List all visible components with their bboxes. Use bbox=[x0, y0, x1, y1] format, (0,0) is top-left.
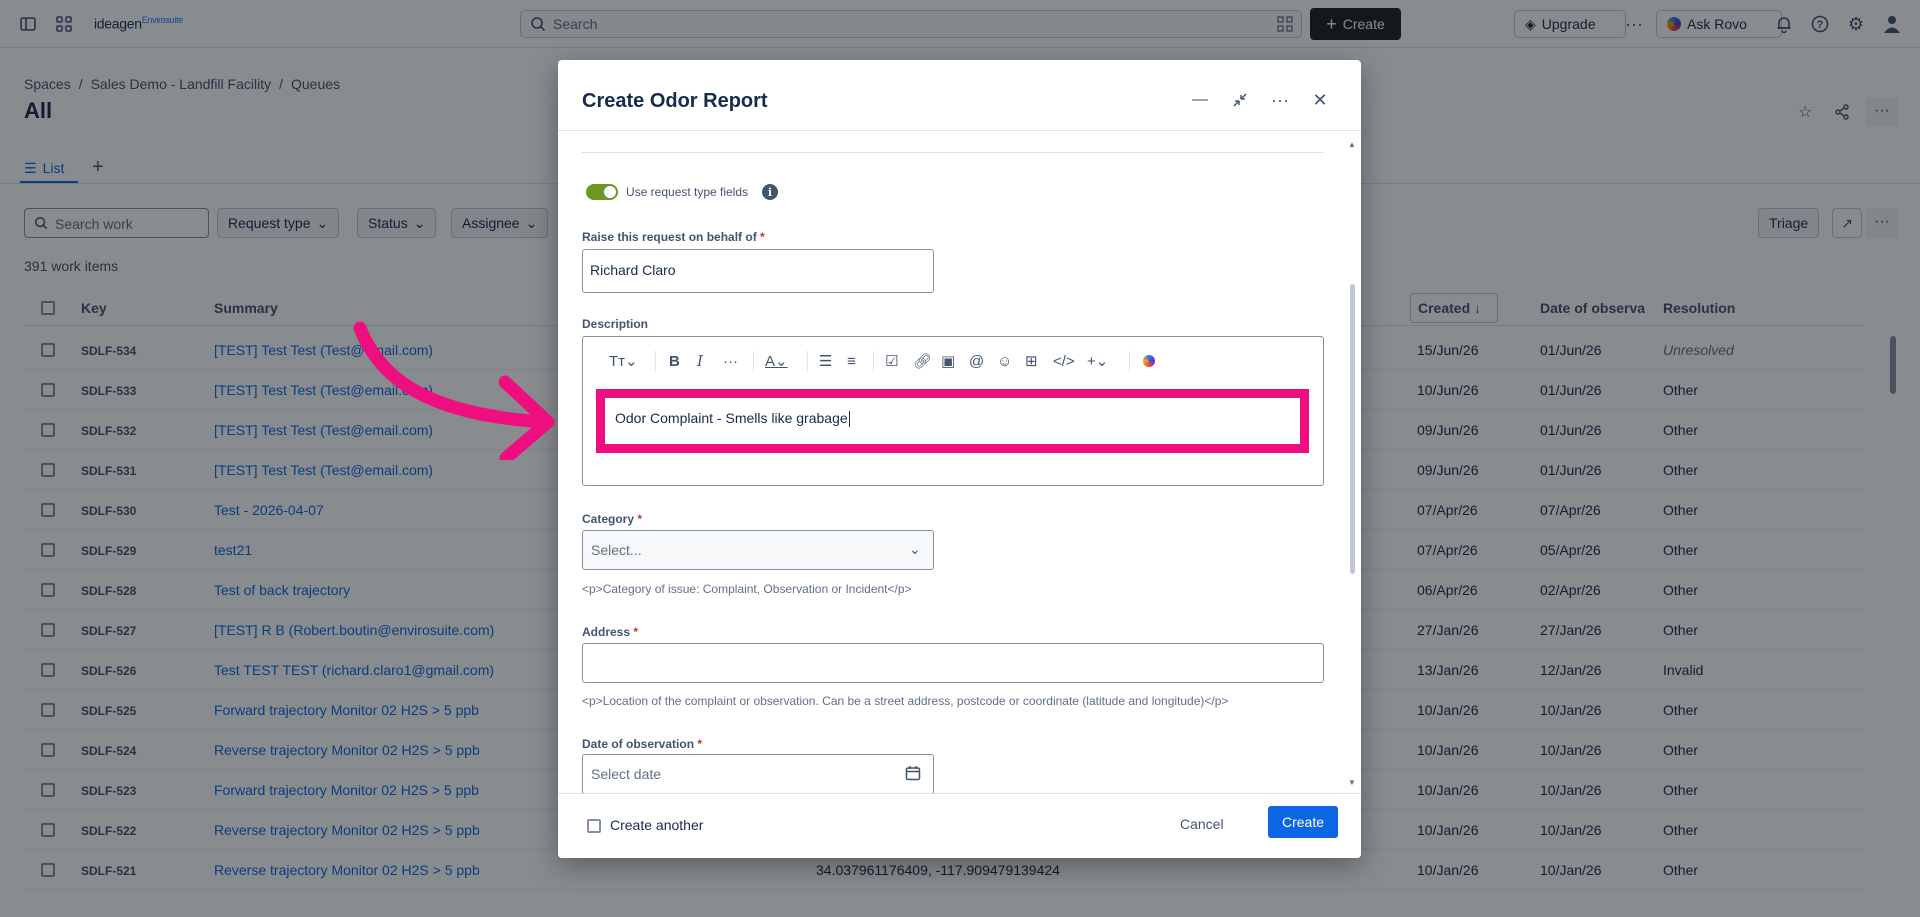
text-caret bbox=[848, 411, 850, 428]
dialog-more-icon[interactable]: ··· bbox=[1268, 88, 1292, 112]
dialog-title: Create Odor Report bbox=[582, 90, 768, 112]
ai-assist-icon[interactable] bbox=[1143, 355, 1155, 367]
italic-icon[interactable]: I bbox=[697, 351, 703, 371]
toolbar-divider bbox=[1129, 351, 1130, 371]
link-icon[interactable]: 🔗︎ bbox=[913, 351, 932, 371]
submit-create-button[interactable]: Create bbox=[1268, 806, 1338, 838]
annotation-arrow bbox=[353, 321, 555, 460]
address-help-text: <p>Location of the complaint or observat… bbox=[582, 694, 1229, 708]
description-text: Odor Complaint - Smells like grabage bbox=[615, 410, 850, 428]
more-formatting-icon[interactable]: ··· bbox=[723, 351, 738, 371]
header-divider bbox=[558, 130, 1361, 131]
chevron-down-icon: ⌄ bbox=[909, 541, 921, 557]
toolbar-divider bbox=[807, 351, 808, 371]
category-select[interactable]: Select... ⌄ bbox=[582, 530, 934, 570]
address-field[interactable] bbox=[582, 643, 1324, 683]
toolbar-divider bbox=[753, 351, 754, 371]
cancel-button[interactable]: Cancel bbox=[1180, 816, 1224, 832]
address-label: Address * bbox=[582, 625, 639, 639]
image-icon[interactable]: ▣ bbox=[941, 351, 955, 371]
bold-icon[interactable]: B bbox=[669, 351, 680, 371]
category-label: Category * bbox=[582, 512, 643, 526]
calendar-icon[interactable] bbox=[905, 765, 921, 784]
bullet-list-icon[interactable]: ☰ bbox=[819, 351, 832, 371]
on-behalf-label: Raise this request on behalf of * bbox=[582, 230, 765, 244]
date-of-observation-picker[interactable]: Select date bbox=[582, 754, 934, 794]
toolbar-divider bbox=[655, 351, 656, 371]
dialog-scrollbar-thumb[interactable] bbox=[1350, 284, 1355, 574]
checkbox-icon[interactable]: ☑ bbox=[885, 351, 898, 371]
create-odor-report-dialog: Create Odor Report — ··· ✕ Use request t… bbox=[558, 60, 1361, 858]
collapse-icon[interactable] bbox=[1228, 88, 1252, 112]
emoji-icon[interactable]: ☺ bbox=[997, 351, 1012, 371]
info-icon[interactable]: i bbox=[762, 184, 778, 200]
create-another-checkbox[interactable] bbox=[587, 819, 601, 833]
create-another-label: Create another bbox=[610, 817, 704, 833]
mention-icon[interactable]: @ bbox=[969, 351, 984, 371]
description-highlight[interactable]: Odor Complaint - Smells like grabage bbox=[596, 389, 1309, 453]
close-icon[interactable]: ✕ bbox=[1308, 88, 1332, 112]
use-request-type-fields-toggle[interactable] bbox=[586, 184, 618, 200]
date-of-observation-label: Date of observation * bbox=[582, 737, 703, 751]
code-icon[interactable]: </> bbox=[1053, 351, 1075, 371]
dialog-footer: Create another Cancel Create bbox=[558, 793, 1361, 858]
scroll-down-icon[interactable]: ▼ bbox=[1348, 778, 1356, 787]
toolbar-divider bbox=[873, 351, 874, 371]
toggle-label: Use request type fields bbox=[626, 185, 749, 199]
minimize-icon[interactable]: — bbox=[1188, 88, 1212, 112]
text-style-icon[interactable]: Tт⌄ bbox=[609, 351, 638, 371]
section-divider bbox=[582, 152, 1324, 153]
insert-plus-icon[interactable]: +⌄ bbox=[1087, 351, 1108, 371]
on-behalf-field[interactable]: Richard Claro bbox=[582, 249, 934, 293]
text-color-icon[interactable]: A⌄ bbox=[765, 351, 788, 371]
description-label: Description bbox=[582, 317, 649, 331]
category-help-text: <p>Category of issue: Complaint, Observa… bbox=[582, 582, 912, 596]
numbered-list-icon[interactable]: ≡ bbox=[847, 351, 856, 371]
scroll-up-icon[interactable]: ▲ bbox=[1348, 140, 1356, 149]
table-icon[interactable]: ⊞ bbox=[1025, 351, 1038, 371]
